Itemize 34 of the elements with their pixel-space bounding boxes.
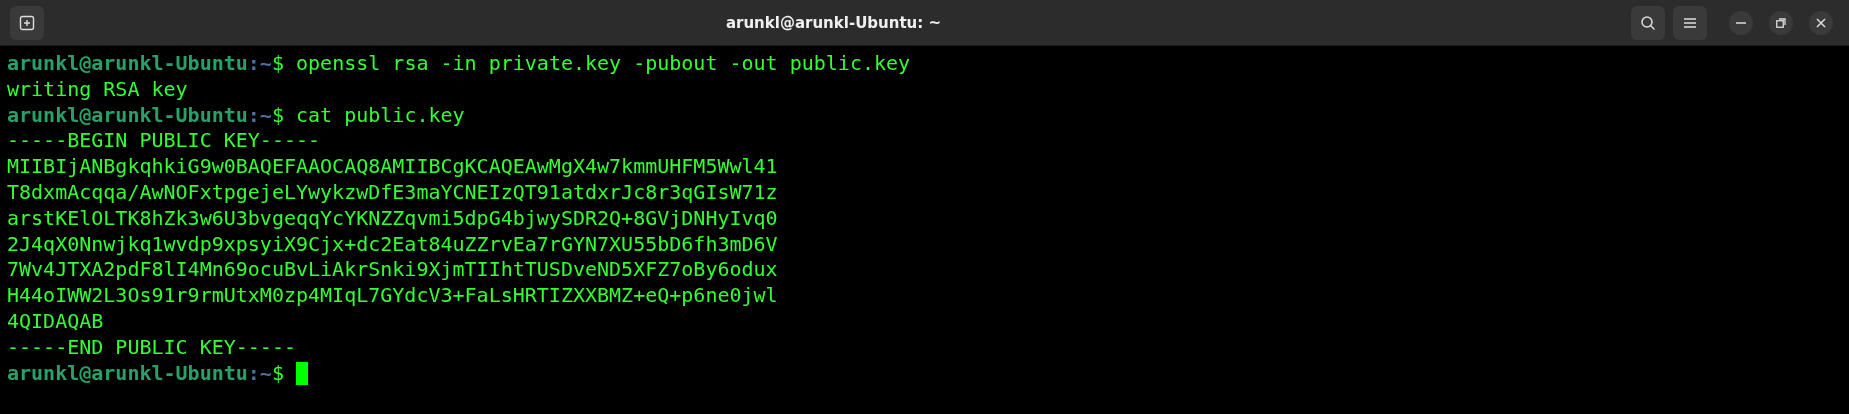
close-button[interactable] <box>1809 10 1833 35</box>
minimize-icon <box>1736 21 1746 24</box>
command-text: openssl rsa -in private.key -pubout -out public.key <box>295 51 911 77</box>
maximize-button[interactable] <box>1769 10 1793 35</box>
output-text: T8dxmAcqqa/AwNOFxtpgejeLYwykzwDfE3maYCNEIzQT91atdxrJc8r3qGIsW71z <box>7 180 778 206</box>
menu-button[interactable] <box>1673 5 1707 40</box>
output-text: 7Wv4JTXA2pdF8lI4Mn69ocuBvLiAkrSnki9XjmTIIhtTUSDveND5XFZ7oBy6odux <box>7 257 778 284</box>
minimize-button[interactable] <box>1729 10 1753 35</box>
prompt-symbol: $ <box>271 360 284 387</box>
close-icon <box>1816 17 1826 28</box>
prompt-path: :~ <box>247 102 272 129</box>
window-title: arunkl@arunkl-Ubuntu: ~ <box>725 13 942 32</box>
output-text: -----BEGIN PUBLIC KEY----- <box>7 128 321 155</box>
new-tab-icon <box>19 14 35 31</box>
output-text: MIIBIjANBgkqhkiG9w0BAQEFAAOCAQ8AMIIBCgKCAQEAwMgX4w7kmmUHFM5Wwl41 <box>7 154 778 180</box>
output-text: -----END PUBLIC KEY----- <box>7 334 296 361</box>
restore-icon <box>1776 17 1786 28</box>
prompt-user-host: arunkl@arunkl-Ubuntu <box>7 360 248 387</box>
prompt-symbol: $ <box>271 102 284 129</box>
output-text: arstKElOLTK8hZk3w6U3bvgeqqYcYKNZZqvmi5dpG4bjwySDR2Q+8GVjDNHyIvq0 <box>7 205 778 232</box>
output-text: H44oIWW2L3Os91r9rmUtxM0zp4MIqL7GYdcV3+FaLsHRTIZXXBMZ+eQ+p6ne0jwl <box>7 283 778 309</box>
output-text: 4QIDAQAB <box>7 308 104 335</box>
prompt-user-host: arunkl@arunkl-Ubuntu <box>7 51 248 77</box>
search-icon <box>1640 14 1656 31</box>
prompt-path: :~ <box>247 360 272 387</box>
output-text: 2J4qX0Nnwjkq1wvdp9xpsyiX9Cjx+dc2Eat84uZZrvEa7rGYN7XU55bD6fh3mD6V <box>7 231 778 258</box>
new-tab-button[interactable] <box>10 5 44 40</box>
menu-icon <box>1683 16 1697 29</box>
command-text: cat public.key <box>295 102 465 129</box>
search-button[interactable] <box>1631 5 1665 40</box>
output-text: writing RSA key <box>7 76 188 103</box>
prompt-path: :~ <box>247 51 272 77</box>
prompt-user-host: arunkl@arunkl-Ubuntu <box>7 102 248 129</box>
prompt-symbol: $ <box>271 51 284 77</box>
